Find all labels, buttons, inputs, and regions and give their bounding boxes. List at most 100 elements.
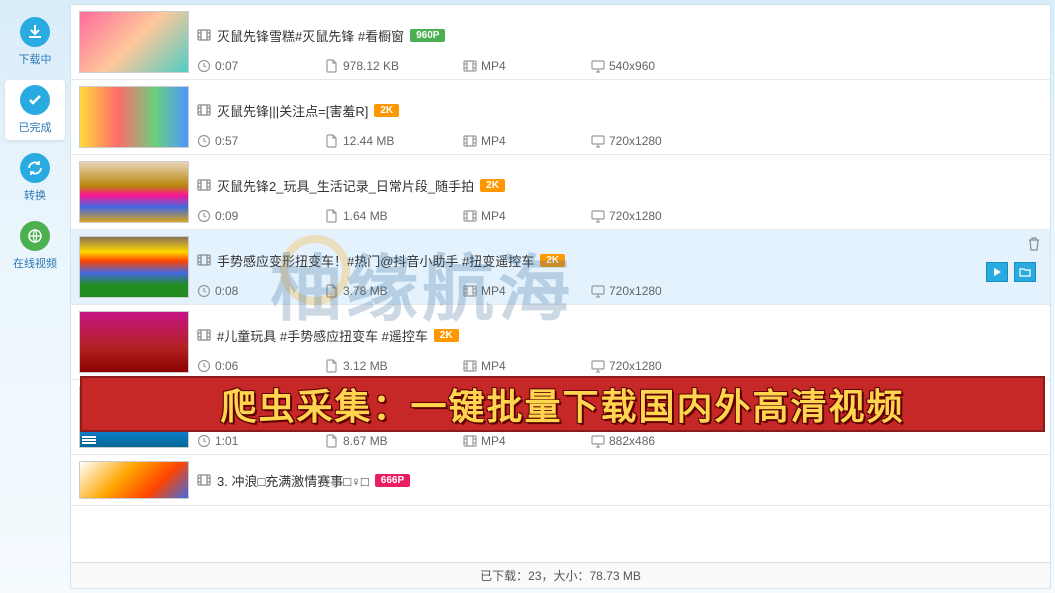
format: MP4 <box>481 209 506 223</box>
file-icon <box>325 434 339 448</box>
sidebar-label: 在线视频 <box>13 255 57 271</box>
play-button[interactable] <box>986 262 1008 282</box>
file-icon <box>325 59 339 73</box>
file-size: 978.12 KB <box>343 59 399 73</box>
resolution: 882x486 <box>609 434 655 448</box>
quality-badge: 2K <box>374 104 399 117</box>
clock-icon <box>197 134 211 148</box>
sidebar-item-completed[interactable]: 已完成 <box>5 80 65 140</box>
list-row[interactable]: 灭鼠先锋|||关注点=[害羞R] 2K 0:57 12.44 MB MP4 720x128… <box>71 80 1050 155</box>
film-icon <box>463 134 477 148</box>
file-size: 3.78 MB <box>343 284 388 298</box>
monitor-icon <box>591 209 605 223</box>
sidebar: 下载中 已完成 转换 在线视频 <box>0 0 70 593</box>
row-title: 灭鼠先锋2_玩具_生活记录_日常片段_随手拍 <box>217 176 474 195</box>
file-icon <box>325 209 339 223</box>
film-icon <box>197 328 211 342</box>
duration: 0:07 <box>215 59 238 73</box>
monitor-icon <box>591 359 605 373</box>
menu-icon <box>82 435 96 445</box>
quality-badge: 2K <box>434 329 459 342</box>
row-title: #儿童玩具 #手势感应扭变车 #遥控车 <box>217 326 428 345</box>
thumbnail <box>79 86 189 148</box>
format: MP4 <box>481 284 506 298</box>
quality-badge: 2K <box>540 254 565 267</box>
file-size: 12.44 MB <box>343 134 394 148</box>
main-panel: 灭鼠先锋雪糕#灭鼠先锋 #看橱窗 960P 0:07 978.12 KB MP4 540x… <box>70 4 1051 589</box>
thumbnail <box>79 161 189 223</box>
film-icon <box>197 103 211 117</box>
row-title: 6. 摄影师冲浪跟拍□□ <box>217 401 338 420</box>
monitor-icon <box>591 434 605 448</box>
thumbnail <box>79 236 189 298</box>
clock-icon <box>197 284 211 298</box>
delete-button[interactable] <box>1026 236 1042 252</box>
globe-icon <box>20 221 50 251</box>
monitor-icon <box>591 59 605 73</box>
quality-badge: 666P <box>375 474 410 487</box>
file-icon <box>325 134 339 148</box>
quality-badge: 960P <box>410 29 445 42</box>
clock-icon <box>197 359 211 373</box>
film-icon <box>463 59 477 73</box>
film-icon <box>197 178 211 192</box>
row-title: 3. 冲浪□充满激情赛事□♀□ <box>217 471 369 490</box>
sidebar-label: 已完成 <box>19 119 52 135</box>
list-row[interactable]: 灭鼠先锋雪糕#灭鼠先锋 #看橱窗 960P 0:07 978.12 KB MP4 540x… <box>71 5 1050 80</box>
file-size: 1.64 MB <box>343 209 388 223</box>
sidebar-item-online-video[interactable]: 在线视频 <box>5 216 65 276</box>
sidebar-item-convert[interactable]: 转换 <box>5 148 65 208</box>
format: MP4 <box>481 134 506 148</box>
duration: 0:57 <box>215 134 238 148</box>
thumbnail <box>79 461 189 499</box>
duration: 0:06 <box>215 359 238 373</box>
quality-badge: 486P <box>344 404 379 417</box>
duration: 0:08 <box>215 284 238 298</box>
film-icon <box>197 28 211 42</box>
clock-icon <box>197 434 211 448</box>
list-row[interactable]: 手势感应变形扭变车！#热门@抖音小助手 #扭变遥控车 2K 0:08 3.78 MB M… <box>71 230 1050 305</box>
list-row[interactable]: 6. 摄影师冲浪跟拍□□ 486P 1:01 8.67 MB MP4 882x486 <box>71 380 1050 455</box>
resolution: 720x1280 <box>609 134 662 148</box>
format: MP4 <box>481 434 506 448</box>
monitor-icon <box>591 134 605 148</box>
row-title: 灭鼠先锋雪糕#灭鼠先锋 #看橱窗 <box>217 26 404 45</box>
quality-badge: 2K <box>480 179 505 192</box>
clock-icon <box>197 209 211 223</box>
clock-icon <box>197 59 211 73</box>
thumbnail <box>79 311 189 373</box>
film-icon <box>197 403 211 417</box>
sidebar-label: 下载中 <box>19 51 52 67</box>
folder-button[interactable] <box>1014 262 1036 282</box>
file-icon <box>325 284 339 298</box>
film-icon <box>197 473 211 487</box>
thumbnail <box>79 386 189 448</box>
resolution: 720x1280 <box>609 284 662 298</box>
format: MP4 <box>481 59 506 73</box>
download-list[interactable]: 灭鼠先锋雪糕#灭鼠先锋 #看橱窗 960P 0:07 978.12 KB MP4 540x… <box>71 5 1050 562</box>
resolution: 720x1280 <box>609 359 662 373</box>
file-icon <box>325 359 339 373</box>
sidebar-label: 转换 <box>24 187 46 203</box>
refresh-icon <box>20 153 50 183</box>
list-row[interactable]: #儿童玩具 #手势感应扭变车 #遥控车 2K 0:06 3.12 MB MP4 720x1… <box>71 305 1050 380</box>
film-icon <box>197 253 211 267</box>
download-icon <box>20 17 50 47</box>
thumbnail <box>79 11 189 73</box>
list-row[interactable]: 3. 冲浪□充满激情赛事□♀□ 666P <box>71 455 1050 506</box>
resolution: 720x1280 <box>609 209 662 223</box>
status-bar: 已下载：23，大小：78.73 MB <box>71 562 1050 588</box>
file-size: 8.67 MB <box>343 434 388 448</box>
film-icon <box>463 284 477 298</box>
check-icon <box>20 85 50 115</box>
row-title: 手势感应变形扭变车！#热门@抖音小助手 #扭变遥控车 <box>217 251 534 270</box>
row-title: 灭鼠先锋|||关注点=[害羞R] <box>217 101 368 120</box>
film-icon <box>463 209 477 223</box>
format: MP4 <box>481 359 506 373</box>
file-size: 3.12 MB <box>343 359 388 373</box>
film-icon <box>463 434 477 448</box>
resolution: 540x960 <box>609 59 655 73</box>
sidebar-item-downloading[interactable]: 下载中 <box>5 12 65 72</box>
duration: 1:01 <box>215 434 238 448</box>
list-row[interactable]: 灭鼠先锋2_玩具_生活记录_日常片段_随手拍2K0:091.64 MBMP472… <box>71 155 1050 230</box>
